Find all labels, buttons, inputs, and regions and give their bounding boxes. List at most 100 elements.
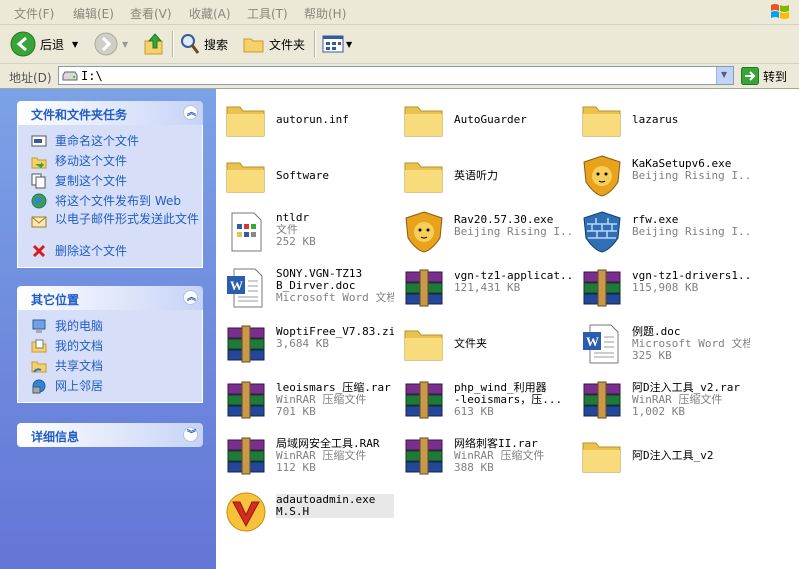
file-name: WoptiFree_V7.83.zip	[276, 326, 394, 338]
folder-icon	[226, 106, 265, 137]
file-item-autoguarder[interactable]: AutoGuarder	[398, 94, 573, 146]
menu-help[interactable]: 帮助(H)	[304, 5, 346, 22]
file-tasks-header[interactable]: 文件和文件夹任务 ︽	[17, 101, 203, 125]
file-item-lan-tool-rar[interactable]: 局域网安全工具.RAR WinRAR 压缩文件 112 KB	[220, 430, 395, 482]
toolbar-separator	[172, 31, 174, 57]
task-email[interactable]: 以电子邮件形式发送此文件	[18, 211, 202, 241]
file-name-line2: -leoismars，压...	[454, 394, 563, 406]
file-name: adautoadmin.exe	[276, 494, 376, 506]
file-item-phpwind-rar[interactable]: php_wind_利用器 -leoismars，压... 613 KB	[398, 374, 573, 426]
file-name: 例题.doc	[632, 326, 681, 338]
address-input[interactable]: I:\ ▼	[58, 66, 734, 85]
task-move-label: 移动这个文件	[55, 154, 128, 168]
menu-edit[interactable]: 编辑(E)	[73, 5, 114, 22]
views-button[interactable]: ▼	[322, 30, 352, 58]
winrar-archive-icon	[227, 437, 265, 475]
folders-button[interactable]: 文件夹	[243, 30, 305, 58]
address-bar: 地址(D) I:\ ▼ 转到	[0, 64, 799, 89]
up-folder-button[interactable]	[144, 30, 166, 58]
file-type: WinRAR 压缩文件	[454, 450, 545, 462]
expand-icon[interactable]: ︾	[183, 427, 198, 442]
file-item-kakasetup[interactable]: KaKaSetupv6.exe Beijing Rising I...	[576, 150, 751, 202]
task-delete[interactable]: 删除这个文件	[18, 241, 202, 261]
forward-dropdown-icon[interactable]: ▼	[122, 40, 128, 49]
task-rename-label: 重命名这个文件	[55, 134, 140, 148]
file-tasks-title: 文件和文件夹任务	[31, 108, 128, 122]
file-item-vgn-drivers[interactable]: vgn-tz1-drivers1... 115,908 KB	[576, 262, 751, 314]
file-item-folder[interactable]: 文件夹	[398, 318, 573, 370]
collapse-icon[interactable]: ︽	[183, 105, 198, 120]
file-item-rfw[interactable]: rfw.exe Beijing Rising I...	[576, 206, 751, 258]
menu-tools[interactable]: 工具(T)	[247, 5, 288, 22]
menu-view[interactable]: 查看(V)	[130, 5, 172, 22]
file-name: vgn-tz1-applicat...	[454, 270, 572, 282]
task-move[interactable]: 移动这个文件	[18, 151, 202, 171]
file-company: Beijing Rising I...	[632, 226, 750, 238]
place-my-computer[interactable]: 我的电脑	[18, 316, 202, 336]
firewall-shield-icon	[583, 211, 621, 253]
file-item-rav[interactable]: Rav20.57.30.exe Beijing Rising I...	[398, 206, 573, 258]
collapse-icon[interactable]: ︽	[183, 290, 198, 305]
file-size: 701 KB	[276, 406, 316, 418]
details-title: 详细信息	[31, 430, 80, 444]
back-dropdown-icon[interactable]: ▼	[72, 40, 78, 49]
forward-button[interactable]: ▼	[94, 30, 128, 58]
file-size: 252 KB	[276, 236, 316, 248]
file-item-ad-inject-rar[interactable]: 阿D注入工具_v2.rar WinRAR 压缩文件 1,002 KB	[576, 374, 751, 426]
file-size: 1,002 KB	[632, 406, 685, 418]
file-item-sony-doc[interactable]: W SONY.VGN-TZ13 B_Dirver.doc Microsoft Wor…	[220, 262, 395, 314]
file-item-english-listening[interactable]: 英语听力	[398, 150, 573, 202]
search-button[interactable]: 搜索	[180, 30, 228, 58]
file-item-lazarus[interactable]: lazarus	[576, 94, 751, 146]
task-rename[interactable]: 重命名这个文件	[18, 131, 202, 151]
file-size: 115,908 KB	[632, 282, 699, 294]
file-name: 阿D注入工具_v2	[632, 450, 714, 462]
back-button[interactable]: 后退 ▼	[10, 30, 78, 58]
svg-text:W: W	[586, 334, 599, 349]
shared-folder-icon	[31, 361, 47, 373]
place-network[interactable]: 网上邻居	[18, 376, 202, 396]
chevron-down-icon: ▼	[721, 70, 728, 79]
file-name: 局域网安全工具.RAR	[276, 438, 380, 450]
file-name: 文件夹	[454, 338, 487, 350]
file-item-woptifree[interactable]: WoptiFree_V7.83.zip 3,684 KB	[220, 318, 395, 370]
menu-file[interactable]: 文件(F)	[14, 5, 54, 22]
views-icon	[322, 35, 344, 53]
file-item-adautoadmin[interactable]: adautoadmin.exe M.S.H	[220, 486, 395, 538]
other-places-header[interactable]: 其它位置 ︽	[17, 286, 203, 310]
task-copy[interactable]: 复制这个文件	[18, 171, 202, 191]
file-item-leoismars-rar[interactable]: leoismars_压缩.rar WinRAR 压缩文件 701 KB	[220, 374, 395, 426]
file-item-software[interactable]: Software	[220, 150, 395, 202]
file-item-net-assassin-rar[interactable]: 网络刺客II.rar WinRAR 压缩文件 388 KB	[398, 430, 573, 482]
file-name: vgn-tz1-drivers1...	[632, 270, 750, 282]
menu-favorites[interactable]: 收藏(A)	[189, 5, 231, 22]
folder-icon	[404, 106, 443, 137]
go-label: 转到	[763, 69, 788, 84]
rising-lion-icon	[405, 211, 443, 253]
up-folder-icon	[144, 33, 163, 55]
place-shared-documents[interactable]: 共享文档	[18, 356, 202, 376]
task-publish-web[interactable]: 将这个文件发布到 Web	[18, 191, 202, 211]
other-places-title: 其它位置	[31, 293, 80, 307]
details-panel: 详细信息 ︾	[17, 423, 203, 447]
file-item-vgn-applications[interactable]: vgn-tz1-applicat... 121,431 KB	[398, 262, 573, 314]
file-item-ad-inject-folder[interactable]: 阿D注入工具_v2	[576, 430, 751, 482]
rename-icon	[31, 135, 47, 147]
file-size: 112 KB	[276, 462, 316, 474]
copy-icon	[31, 173, 46, 189]
drive-icon	[62, 71, 78, 81]
file-item-ntldr[interactable]: ntldr 文件 252 KB	[220, 206, 395, 258]
address-dropdown-button[interactable]: ▼	[716, 67, 733, 84]
file-name: AutoGuarder	[454, 114, 527, 126]
go-button[interactable]: 转到	[741, 67, 787, 85]
delete-icon	[32, 244, 46, 258]
other-places-panel: 其它位置 ︽ 我的电脑 我的文档 共享文档 网上邻居	[17, 286, 203, 403]
file-item-example-doc[interactable]: W 例题.doc Microsoft Word 文档 325 KB	[576, 318, 751, 370]
file-item-autorun[interactable]: autorun.inf	[220, 94, 395, 146]
place-my-documents[interactable]: 我的文档	[18, 336, 202, 356]
details-header[interactable]: 详细信息 ︾	[17, 423, 203, 447]
documents-folder-icon	[31, 339, 47, 353]
folders-label: 文件夹	[269, 37, 306, 52]
system-file-icon	[231, 212, 262, 252]
file-name: 阿D注入工具_v2.rar	[632, 382, 740, 394]
